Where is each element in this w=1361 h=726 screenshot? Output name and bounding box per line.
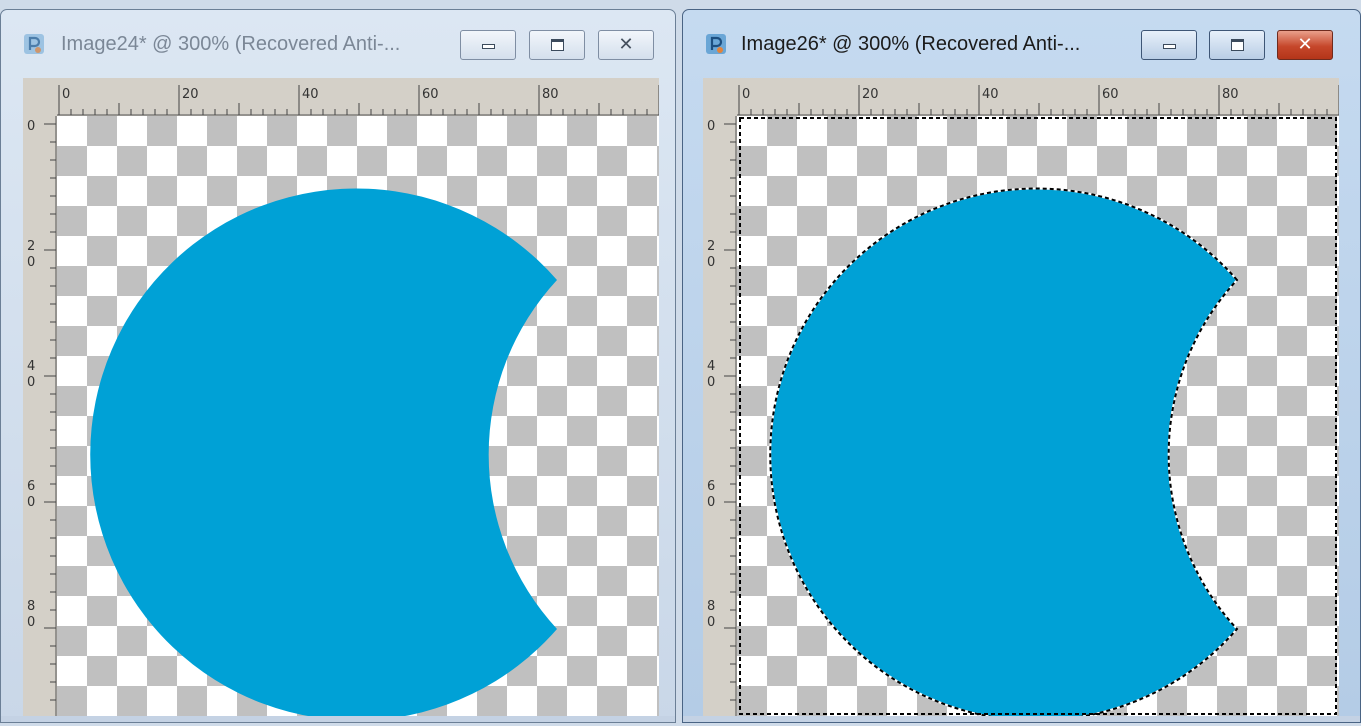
vertical-ruler-scale: 020406080: [27, 116, 57, 718]
horizontal-ruler[interactable]: 0 20 40 60 80: [57, 78, 659, 116]
ruler-label: 0: [27, 255, 35, 270]
paintshop-pro-icon: [706, 34, 726, 54]
window-bottom-border: [683, 716, 1360, 722]
ruler-label: 20: [862, 87, 879, 102]
ruler-label: 0: [27, 119, 35, 134]
vertical-ruler-scale: 020406080: [707, 116, 737, 718]
image-canvas[interactable]: [737, 116, 1339, 718]
ruler-label: 0: [27, 495, 35, 510]
ruler-label: 40: [982, 87, 999, 102]
ruler-label: 2: [707, 239, 715, 254]
minimize-icon: [1142, 31, 1196, 59]
window-title: Image26* @ 300% (Recovered Anti-...: [741, 33, 1081, 55]
ruler-label: 60: [1102, 87, 1119, 102]
maximize-icon: [1210, 31, 1264, 59]
close-icon: ✕: [1297, 34, 1313, 55]
minimize-button[interactable]: [460, 30, 516, 60]
ruler-corner: [23, 78, 57, 116]
ruler-label: 8: [707, 599, 715, 614]
ruler-label: 80: [1222, 87, 1239, 102]
title-bar[interactable]: Image24* @ 300% (Recovered Anti-... ✕: [1, 10, 675, 60]
ruler-corner: [703, 78, 737, 116]
canvas-drawing: [737, 116, 1339, 718]
paintshop-pro-icon: [24, 34, 44, 54]
ruler-label: 0: [707, 119, 715, 134]
ruler-label: 0: [707, 615, 715, 630]
minimize-button[interactable]: [1141, 30, 1197, 60]
ruler-label: 2: [27, 239, 35, 254]
ruler-label: 6: [27, 479, 35, 494]
canvas-drawing: [57, 116, 659, 718]
ruler-label: 4: [707, 359, 715, 374]
ruler-label: 6: [707, 479, 715, 494]
ruler-label: 0: [27, 615, 35, 630]
ruler-label: 4: [27, 359, 35, 374]
ruler-label: 60: [422, 87, 439, 102]
image24-window[interactable]: Image24* @ 300% (Recovered Anti-... ✕ 02…: [0, 9, 676, 723]
ruler-label: 40: [302, 87, 319, 102]
maximize-icon: [530, 31, 584, 59]
ruler-label: 80: [542, 87, 559, 102]
ruler-label: 0: [707, 375, 715, 390]
ruler-label: 0: [707, 495, 715, 510]
image26-window[interactable]: Image26* @ 300% (Recovered Anti-... ✕ 02…: [682, 9, 1361, 723]
vertical-ruler[interactable]: 020406080: [23, 116, 57, 718]
horizontal-ruler-scale: 0 20 40 60 80: [737, 85, 1339, 116]
horizontal-ruler[interactable]: 0 20 40 60 80: [737, 78, 1339, 116]
ruler-label: 0: [707, 255, 715, 270]
horizontal-ruler-scale: 0 20 40 60 80: [57, 85, 659, 116]
close-button[interactable]: ✕: [598, 30, 654, 60]
maximize-button[interactable]: [1209, 30, 1265, 60]
ruler-label: 0: [27, 375, 35, 390]
ruler-label: 20: [182, 87, 199, 102]
window-bottom-border: [1, 716, 675, 722]
ruler-label: 8: [27, 599, 35, 614]
image-canvas[interactable]: [57, 116, 659, 718]
window-title: Image24* @ 300% (Recovered Anti-...: [61, 33, 401, 55]
minimize-icon: [461, 31, 515, 59]
vertical-ruler[interactable]: 020406080: [703, 116, 737, 718]
close-icon: ✕: [618, 34, 634, 55]
maximize-button[interactable]: [529, 30, 585, 60]
ruler-label: 0: [742, 87, 750, 102]
close-button[interactable]: ✕: [1277, 30, 1333, 60]
ruler-label: 0: [62, 87, 70, 102]
title-bar[interactable]: Image26* @ 300% (Recovered Anti-... ✕: [683, 10, 1360, 60]
